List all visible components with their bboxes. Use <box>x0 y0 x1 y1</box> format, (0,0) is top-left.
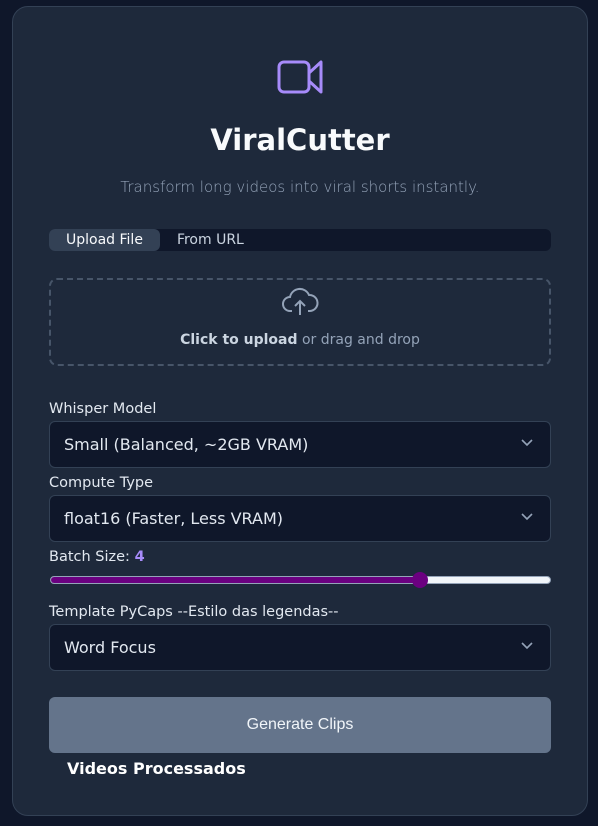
chevron-down-icon <box>521 642 533 650</box>
app-subtitle: Transform long videos into viral shorts … <box>120 178 480 196</box>
template-select[interactable]: Word Focus <box>49 624 551 671</box>
cloud-upload-icon <box>282 287 319 315</box>
tab-from-url[interactable]: From URL <box>160 229 261 251</box>
chevron-down-icon <box>521 513 533 521</box>
batch-size-label: Batch Size: 4 <box>49 549 145 565</box>
slider-thumb[interactable] <box>412 572 429 588</box>
generate-clips-button[interactable]: Generate Clips <box>49 697 551 753</box>
slider-fill <box>51 577 421 583</box>
batch-size-text: Batch Size: <box>49 549 135 565</box>
batch-size-slider[interactable] <box>50 572 551 588</box>
chevron-down-icon <box>521 439 533 447</box>
compute-type-select[interactable]: float16 (Faster, Less VRAM) <box>49 495 551 542</box>
compute-type-label: Compute Type <box>49 475 154 491</box>
main-card: ViralCutter Transform long videos into v… <box>12 6 588 816</box>
template-value: Word Focus <box>64 638 156 657</box>
source-tabs: Upload File From URL <box>49 229 551 251</box>
app-title: ViralCutter <box>210 123 390 157</box>
whisper-model-label: Whisper Model <box>49 401 157 417</box>
compute-type-value: float16 (Faster, Less VRAM) <box>64 509 284 528</box>
whisper-model-value: Small (Balanced, ~2GB VRAM) <box>64 435 309 454</box>
video-camera-icon <box>277 60 323 94</box>
upload-hint: or drag and drop <box>297 332 420 348</box>
processed-videos-heading: Videos Processados <box>67 759 246 778</box>
template-label: Template PyCaps --Estilo das legendas-- <box>49 604 339 620</box>
batch-size-value: 4 <box>134 549 145 565</box>
tab-upload-file[interactable]: Upload File <box>49 229 160 251</box>
upload-cta[interactable]: Click to upload <box>180 332 297 348</box>
whisper-model-select[interactable]: Small (Balanced, ~2GB VRAM) <box>49 421 551 468</box>
upload-dropzone[interactable]: Click to upload or drag and drop <box>49 278 551 366</box>
